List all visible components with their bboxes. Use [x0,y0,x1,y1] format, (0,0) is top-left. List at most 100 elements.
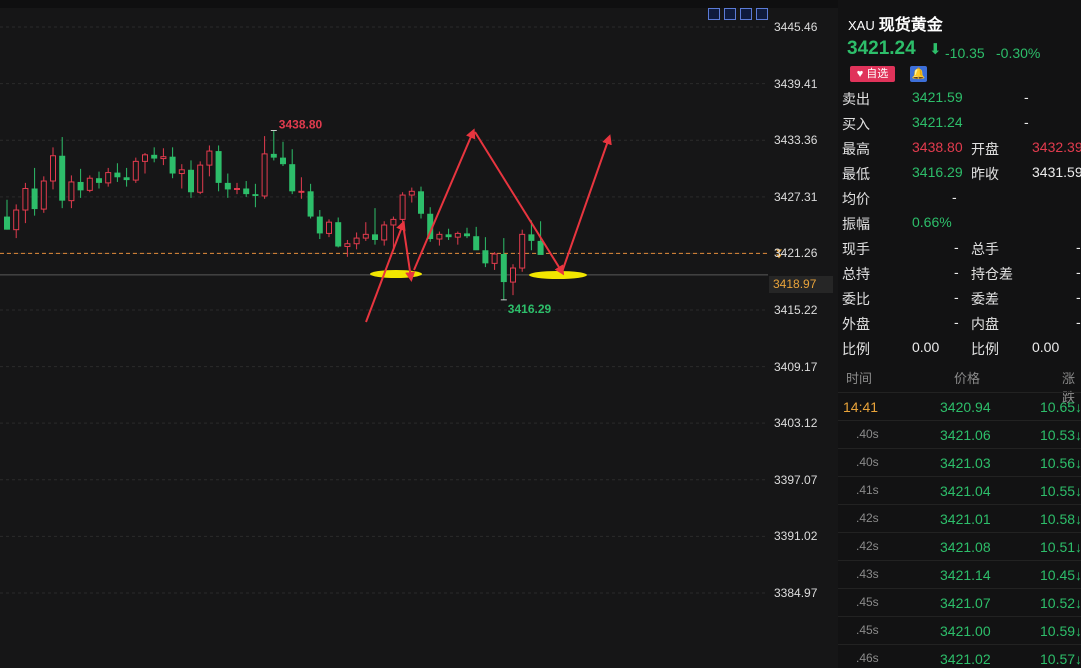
candle-body [86,177,93,191]
trade-row[interactable]: .45s 3421.07 10.52 ↓ [838,588,1081,617]
down-arrow-icon: ⬇ [929,41,942,58]
down-arrow-icon: ↓ [1075,651,1081,667]
down-arrow-icon: ↓ [1075,483,1081,499]
trade-row[interactable]: .40s 3421.06 10.53 ↓ [838,420,1081,449]
stat-value: 0.66% [912,214,952,230]
quote-row: 外盘 - 内盘 - [838,311,1081,336]
stat-label: 比例 [971,341,999,357]
trade-row[interactable]: .42s 3421.01 10.58 ↓ [838,504,1081,533]
y-tick-label: 3439.41 [774,76,818,91]
trade-price: 3421.02 [940,651,991,667]
down-arrow-icon: ↓ [1075,427,1081,443]
stat-label: 持仓差 [971,266,1013,282]
trade-time: .42s [856,539,879,553]
candle-body [13,209,20,231]
high-price-label: 3438.80 [279,117,323,131]
candle-body [22,188,29,211]
stat-value: - [1076,289,1081,305]
candle-body [307,191,314,217]
candle-body [353,237,360,245]
stat-value: 3438.80 [912,139,963,155]
trade-row[interactable]: .43s 3421.14 10.45 ↓ [838,560,1081,589]
stat-label: 最高 [842,141,870,157]
trade-row[interactable]: .46s 3421.02 10.57 ↓ [838,644,1081,668]
candle-body [381,224,388,241]
trade-price: 3421.01 [940,511,991,527]
candle-body [418,191,424,214]
quote-row: 现手 - 总手 - [838,236,1081,261]
y-tick-label: 3433.36 [774,133,818,148]
quote-row: 委比 - 委差 - [838,286,1081,311]
col-price: 价格 [954,371,981,386]
trade-change: 10.57 [1040,651,1076,667]
candle-body [537,240,544,255]
stat-label: 昨收 [971,166,999,182]
symbol-title: XAU 现货黄金 [848,11,943,35]
candle-body [160,156,167,160]
y-tick-label: 3445.46 [774,20,818,34]
add-favorite-button[interactable]: ♥ 自选 [850,66,895,82]
candle-body [454,232,461,238]
trade-row[interactable]: .42s 3421.08 10.51 ↓ [838,532,1081,561]
y-tick-label: 3409.17 [774,359,818,374]
y-tick-label: 3403.12 [774,416,818,431]
kline-chart[interactable]: 3438.80 3416.29 3445.46 3439.41 3433.36 3427… [0,0,838,668]
stat-label: 总持 [842,266,870,282]
trade-change: 10.56 [1040,455,1076,471]
stat-label: 外盘 [842,316,870,332]
trade-time: .40s [856,427,879,441]
stat-value: - [954,239,959,255]
stat-label: 委差 [971,291,999,307]
favorite-label: 自选 [866,68,889,80]
stat-value: 0.00 [1032,339,1060,355]
trade-change: 10.51 [1040,539,1076,555]
candlestick-svg: 3438.80 3416.29 [0,26,782,594]
candle-body [344,243,351,248]
down-arrow-icon: ↓ [1075,399,1081,415]
stat-value: - [954,314,959,330]
current-price-tag: 3418.97 [769,276,833,293]
y-tick-label: 3427.31 [774,189,818,204]
trade-row[interactable]: .41s 3421.04 10.55 ↓ [838,476,1081,505]
candle-body [31,188,38,210]
candle-body [114,172,121,178]
candle-body [234,188,240,191]
trade-time: .45s [856,595,879,609]
symbol-name: 现货黄金 [878,17,943,34]
trade-row[interactable]: 14:41 3420.94 10.65 ↓ [838,392,1081,421]
stat-value: 0.00 [912,339,940,355]
alert-bell-button[interactable]: 🔔 [910,66,927,82]
y-tick-label: 3421.26 [774,246,818,261]
candle-body [197,164,204,193]
last-price: 3421.24 [847,38,916,59]
candle-body [298,190,305,193]
candle-body [500,253,507,283]
candle-body [270,153,277,158]
trade-row[interactable]: .45s 3421.00 10.59 ↓ [838,616,1081,645]
candle-body [224,182,231,190]
candle-body [68,181,75,202]
candle-body [408,190,415,196]
quote-row: 比例 0.00 比例 0.00 [838,336,1081,361]
candle-body [206,150,213,166]
stat-label: 卖出 [842,91,870,107]
trade-time: .41s [856,483,879,497]
stat-value: 3416.29 [912,164,963,180]
quote-row: 均价 - [838,186,1081,211]
candle-body [464,233,470,237]
quote-row: 买入 3421.24 - [838,111,1081,136]
support-highlight [370,270,422,278]
trade-change: 10.53 [1040,427,1076,443]
candle-body [491,253,498,264]
stat-label: 总手 [971,241,999,257]
low-price-label: 3416.29 [508,302,552,316]
stat-value: - [1076,239,1081,255]
stat-label: 均价 [842,191,870,207]
trade-change: 10.45 [1040,567,1076,583]
price-change: -10.35 [945,45,985,61]
candle-body [123,177,130,181]
trade-change: 10.58 [1040,511,1076,527]
candle-body [105,172,112,184]
trade-row[interactable]: .40s 3421.03 10.56 ↓ [838,448,1081,477]
stat-value: - [954,289,959,305]
